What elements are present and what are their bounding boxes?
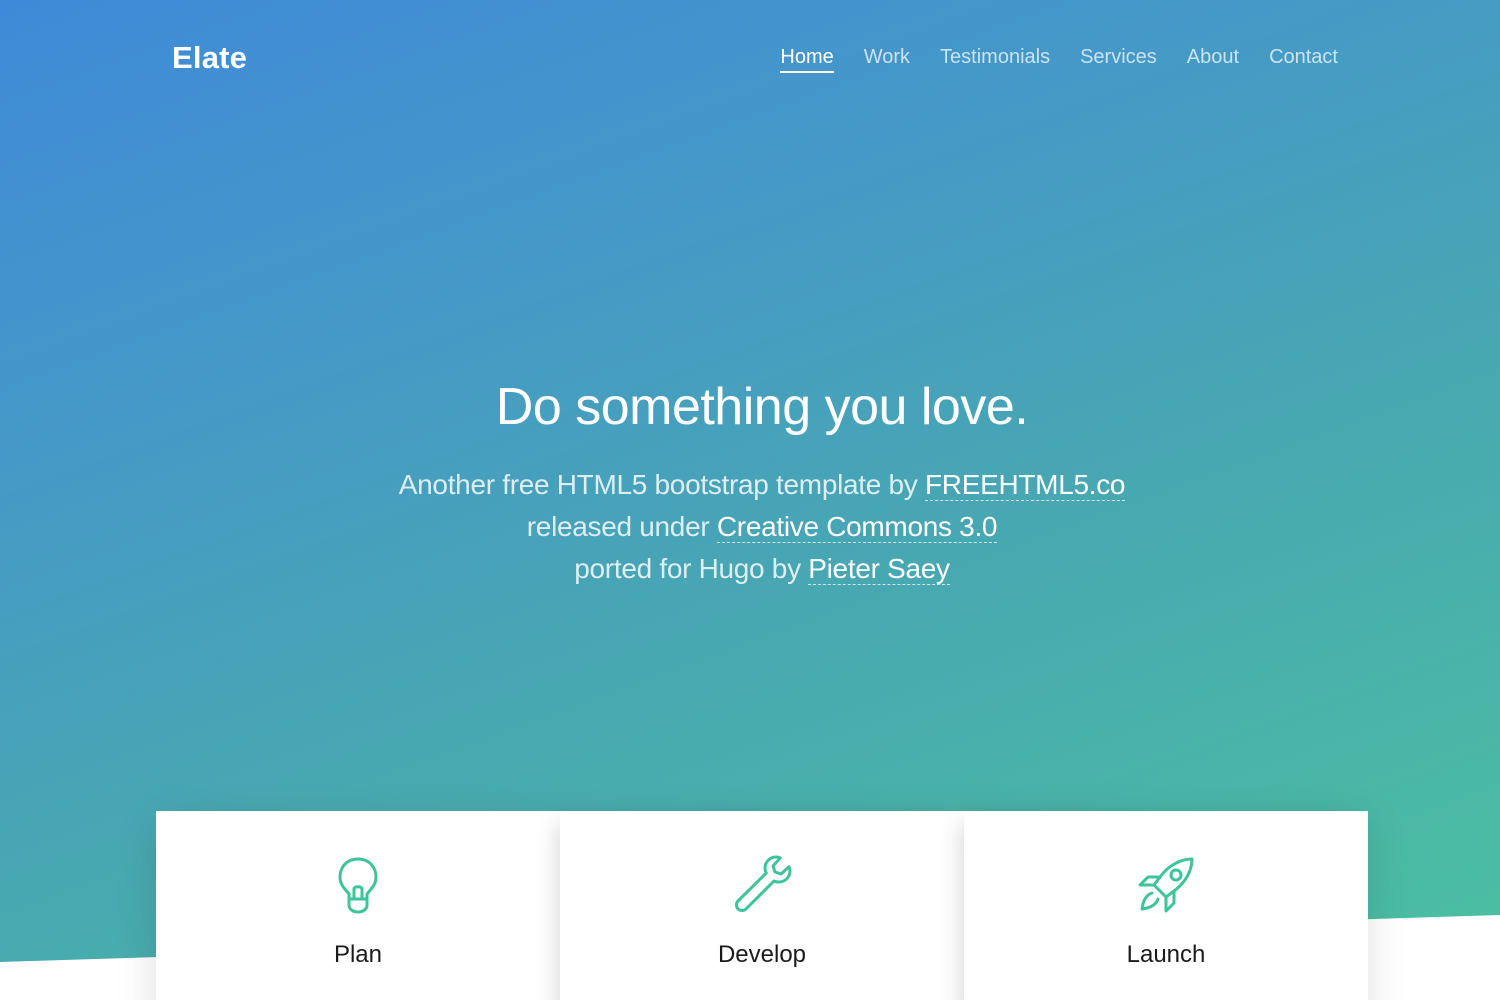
hero-line-2-text: released under bbox=[526, 511, 717, 542]
feature-card-develop: Develop bbox=[560, 811, 964, 1000]
feature-card-plan: Plan bbox=[156, 811, 560, 1000]
hero-line-1: Another free HTML5 bootstrap template by… bbox=[0, 464, 1500, 506]
hero-line-1-text: Another free HTML5 bootstrap template by bbox=[398, 469, 925, 500]
hero-title: Do something you love. bbox=[495, 378, 1029, 436]
brand-logo[interactable]: Elate bbox=[172, 40, 247, 76]
pieter-saey-link[interactable]: Pieter Saey bbox=[808, 553, 950, 585]
nav-testimonials[interactable]: Testimonials bbox=[940, 46, 1050, 73]
hero-subtitle: Another free HTML5 bootstrap template by… bbox=[0, 464, 1500, 590]
feature-card-launch: Launch bbox=[964, 811, 1368, 1000]
creative-commons-link[interactable]: Creative Commons 3.0 bbox=[716, 511, 998, 543]
freehtml5-link[interactable]: FREEHTML5.co bbox=[924, 469, 1126, 501]
main-nav: Home Work Testimonials Services About Co… bbox=[750, 46, 1338, 73]
nav-work[interactable]: Work bbox=[864, 46, 910, 73]
feature-label-plan: Plan bbox=[333, 941, 383, 968]
wrench-icon bbox=[735, 855, 792, 912]
feature-cards: Plan Develop Launch bbox=[156, 811, 1368, 1000]
hero-line-3: ported for Hugo by Pieter Saey bbox=[0, 548, 1500, 590]
page: Elate Home Work Testimonials Services Ab… bbox=[0, 0, 1500, 1000]
nav-about[interactable]: About bbox=[1187, 46, 1239, 73]
feature-label-develop: Develop bbox=[717, 941, 807, 968]
nav-contact[interactable]: Contact bbox=[1269, 46, 1338, 73]
rocket-icon bbox=[1138, 857, 1194, 913]
hero-line-2: released under Creative Commons 3.0 bbox=[0, 506, 1500, 548]
feature-label-launch: Launch bbox=[1126, 941, 1206, 968]
lightbulb-icon bbox=[338, 857, 378, 914]
hero: Do something you love. Another free HTML… bbox=[0, 372, 1500, 590]
nav-services[interactable]: Services bbox=[1080, 46, 1157, 73]
hero-line-3-text: ported for Hugo by bbox=[574, 553, 809, 584]
nav-home[interactable]: Home bbox=[780, 46, 834, 73]
